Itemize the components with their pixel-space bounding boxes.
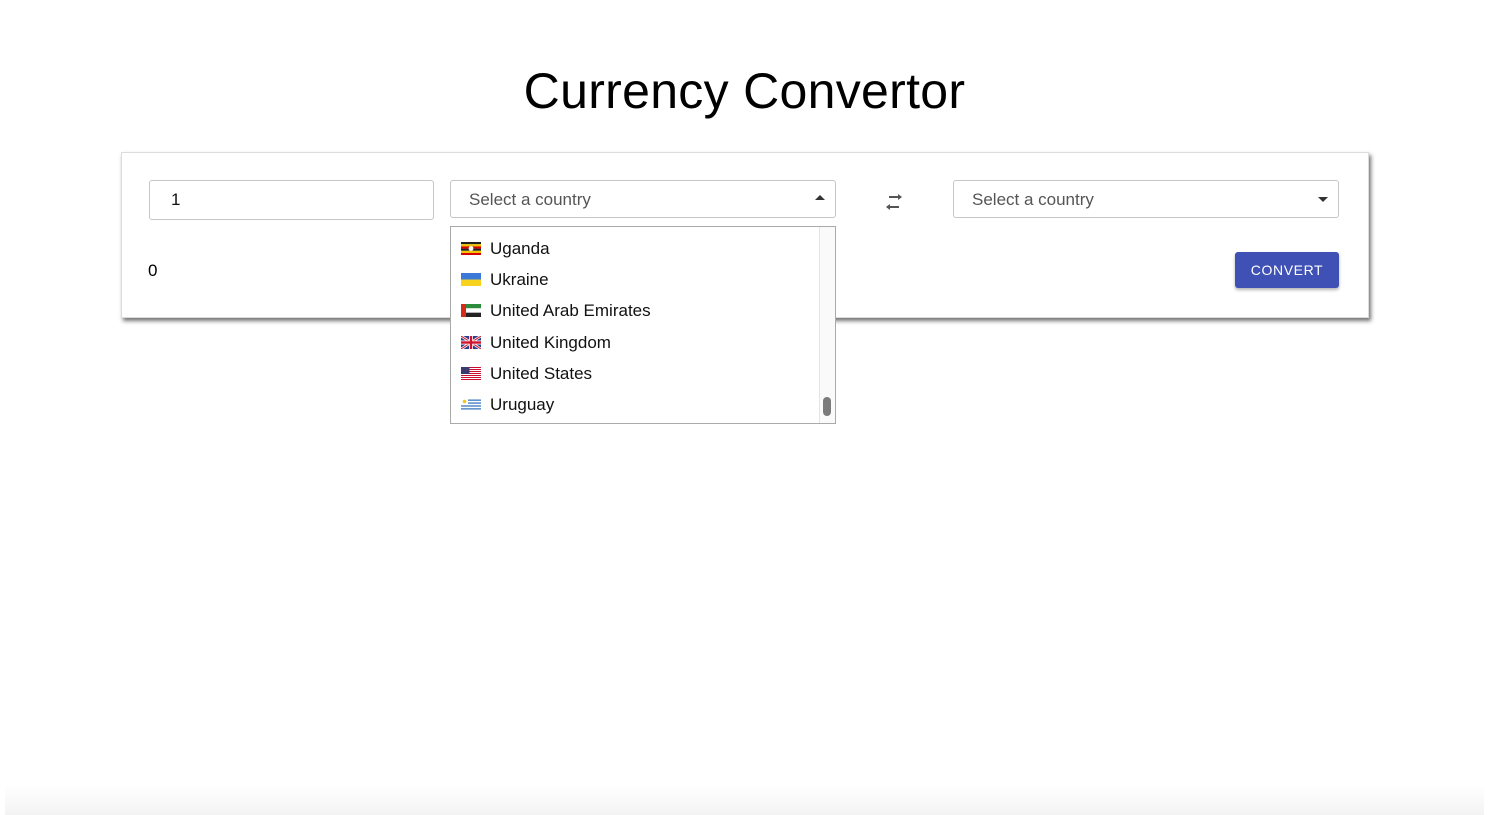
from-country-placeholder: Select a country <box>469 190 591 209</box>
dropdown-scrollbar[interactable] <box>819 227 835 423</box>
uruguay-flag-icon <box>461 398 481 411</box>
option-label: Ukraine <box>490 270 549 289</box>
uganda-flag-icon <box>461 242 481 255</box>
page-bottom-edge <box>5 785 1484 815</box>
caret-down-icon <box>1318 197 1328 202</box>
option-label: United States <box>490 364 593 383</box>
dropdown-option-uganda[interactable]: Uganda <box>451 233 821 264</box>
page-title: Currency Convertor <box>523 63 966 119</box>
page: Currency Convertor Select a country Sele… <box>0 0 1489 815</box>
option-label: United Kingdom <box>490 333 611 352</box>
dropdown-option-united-arab-emirates[interactable]: United Arab Emirates <box>451 295 821 326</box>
amount-input[interactable] <box>149 180 434 220</box>
ukraine-flag-icon <box>461 273 481 286</box>
uae-flag-icon <box>461 304 481 317</box>
scrollbar-thumb[interactable] <box>823 397 831 416</box>
convert-button[interactable]: CONVERT <box>1235 252 1339 288</box>
swap-arrows-icon[interactable] <box>882 192 906 214</box>
us-flag-icon <box>461 367 481 380</box>
option-label: Uganda <box>490 239 550 258</box>
to-country-select[interactable]: Select a country <box>953 180 1339 218</box>
dropdown-option-ukraine[interactable]: Ukraine <box>451 264 821 295</box>
to-country-placeholder: Select a country <box>972 190 1094 209</box>
dropdown-option-united-states[interactable]: United States <box>451 358 821 389</box>
option-label: United Arab Emirates <box>490 301 651 320</box>
from-country-select[interactable]: Select a country <box>450 180 836 218</box>
caret-up-icon <box>815 195 825 200</box>
uk-flag-icon <box>461 336 481 349</box>
option-label: Uruguay <box>490 395 555 414</box>
dropdown-option-united-kingdom[interactable]: United Kingdom <box>451 327 821 358</box>
country-dropdown-list[interactable]: Uganda Ukraine United Arab Emirates Unit… <box>450 226 836 424</box>
dropdown-option-uruguay[interactable]: Uruguay <box>451 389 821 420</box>
conversion-result: 0 <box>148 261 158 280</box>
